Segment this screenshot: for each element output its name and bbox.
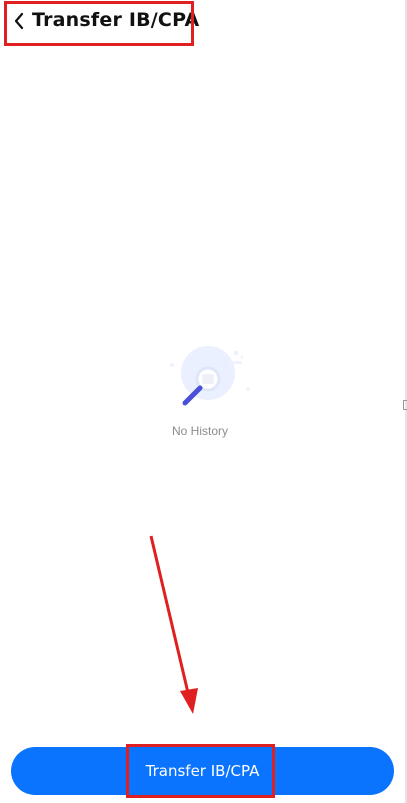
magnifier-search-icon [170, 346, 250, 406]
back-button[interactable] [7, 6, 31, 36]
edge-marker [403, 400, 407, 410]
empty-state-text: No History [171, 424, 228, 438]
transfer-button-label: Transfer IB/CPA [145, 762, 260, 780]
empty-state: No History [150, 345, 260, 445]
header-bar: Transfer IB/CPA [0, 0, 407, 44]
chevron-left-icon [14, 12, 24, 30]
page-title: Transfer IB/CPA [32, 9, 200, 31]
transfer-ib-cpa-button[interactable]: Transfer IB/CPA [11, 747, 394, 795]
